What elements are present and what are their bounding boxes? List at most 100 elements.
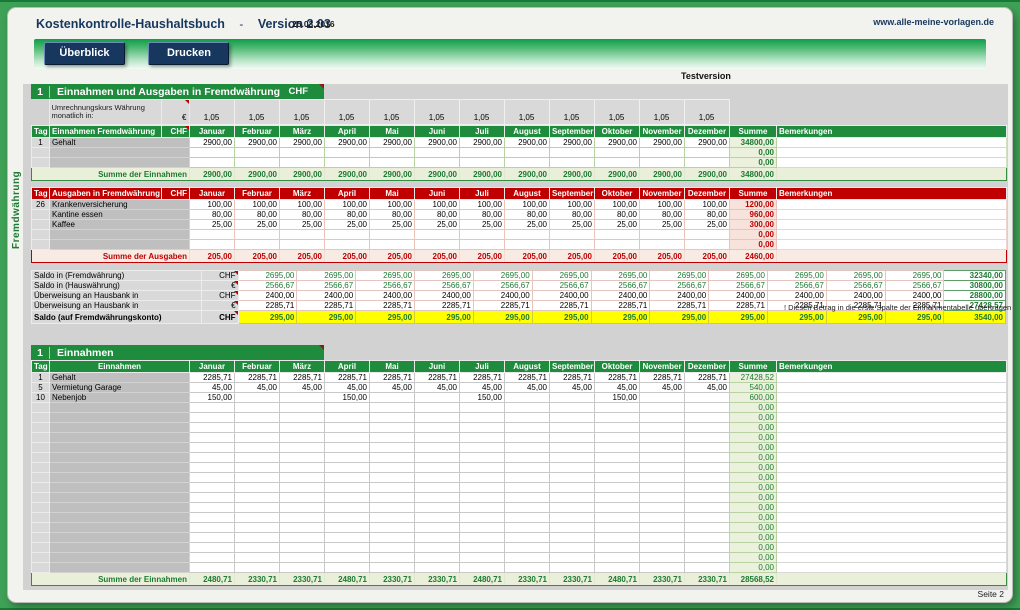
cell-value[interactable] (595, 463, 640, 473)
saldo-value[interactable]: 2400,00 (532, 291, 591, 301)
cell-bemerkung[interactable] (777, 533, 1007, 543)
cell-value[interactable] (370, 483, 415, 493)
cell-bemerkung[interactable] (777, 483, 1007, 493)
cell-value[interactable]: 80,00 (370, 210, 415, 220)
cell-bemerkung[interactable] (777, 230, 1007, 240)
cell-value[interactable] (640, 523, 685, 533)
cell-tag[interactable] (32, 513, 50, 523)
cell-tag[interactable] (32, 553, 50, 563)
cell-value[interactable] (685, 240, 730, 250)
cell-value[interactable]: 80,00 (235, 210, 280, 220)
cell-tag[interactable]: 26 (32, 200, 50, 210)
cell-value[interactable] (415, 453, 460, 463)
cell-value[interactable] (190, 473, 235, 483)
cell-value[interactable] (235, 543, 280, 553)
cell-value[interactable] (640, 148, 685, 158)
saldo-value[interactable]: 2285,71 (238, 301, 297, 311)
sheet-tab-label[interactable]: Fremdwährung (11, 150, 22, 270)
cell-value[interactable] (415, 473, 460, 483)
cell-value[interactable] (235, 393, 280, 403)
cell-value[interactable] (505, 158, 550, 168)
cell-value[interactable]: 2285,71 (235, 373, 280, 383)
cell-bemerkung[interactable] (777, 383, 1007, 393)
saldo-value[interactable]: 2566,67 (709, 281, 768, 291)
cell-value[interactable] (280, 403, 325, 413)
saldo-value[interactable]: 2695,00 (356, 271, 415, 281)
cell-value[interactable] (595, 230, 640, 240)
cell-value[interactable] (325, 443, 370, 453)
cell-value[interactable] (280, 148, 325, 158)
cell-bemerkung[interactable] (777, 148, 1007, 158)
cell-value[interactable]: 2285,71 (370, 373, 415, 383)
cell-value[interactable] (325, 553, 370, 563)
cell-name[interactable] (50, 563, 190, 573)
cell-value[interactable]: 80,00 (640, 210, 685, 220)
cell-value[interactable]: 2900,00 (415, 138, 460, 148)
cell-value[interactable] (190, 513, 235, 523)
cell-bemerkung[interactable] (777, 463, 1007, 473)
cell-value[interactable] (325, 423, 370, 433)
saldo-value[interactable]: 2566,67 (415, 281, 474, 291)
saldo-value[interactable]: 2566,67 (826, 281, 885, 291)
cell-tag[interactable] (32, 523, 50, 533)
rate-value[interactable]: 1,05 (594, 100, 639, 125)
cell-value[interactable] (550, 413, 595, 423)
cell-value[interactable] (460, 423, 505, 433)
cell-value[interactable]: 45,00 (280, 383, 325, 393)
cell-tag[interactable] (32, 220, 50, 230)
cell-value[interactable] (280, 158, 325, 168)
cell-value[interactable] (640, 403, 685, 413)
cell-tag[interactable] (32, 493, 50, 503)
vendor-url-link[interactable]: www.alle-meine-vorlagen.de (873, 17, 994, 27)
cell-value[interactable]: 25,00 (640, 220, 685, 230)
rate-value[interactable]: 1,05 (639, 100, 684, 125)
cell-value[interactable] (685, 543, 730, 553)
cell-value[interactable] (370, 393, 415, 403)
cell-value[interactable]: 100,00 (415, 200, 460, 210)
cell-value[interactable] (640, 533, 685, 543)
cell-value[interactable] (190, 423, 235, 433)
saldo-value[interactable]: 2400,00 (473, 291, 532, 301)
cell-value[interactable] (280, 513, 325, 523)
cell-value[interactable] (640, 158, 685, 168)
saldo-value[interactable]: 2400,00 (709, 291, 768, 301)
cell-value[interactable] (640, 543, 685, 553)
cell-value[interactable] (190, 503, 235, 513)
cell-value[interactable] (505, 553, 550, 563)
cell-value[interactable]: 2285,71 (280, 373, 325, 383)
saldo-value[interactable]: 2285,71 (650, 301, 709, 311)
cell-value[interactable] (325, 463, 370, 473)
cell-value[interactable] (505, 503, 550, 513)
cell-value[interactable] (640, 433, 685, 443)
saldo-value[interactable]: 2285,71 (356, 301, 415, 311)
saldo-value[interactable]: 295,00 (650, 311, 709, 324)
cell-value[interactable] (190, 533, 235, 543)
cell-name[interactable]: Nebenjob (50, 393, 190, 403)
cell-value[interactable]: 80,00 (280, 210, 325, 220)
cell-value[interactable] (325, 543, 370, 553)
cell-value[interactable] (235, 563, 280, 573)
cell-value[interactable] (325, 523, 370, 533)
cell-value[interactable] (190, 158, 235, 168)
cell-value[interactable] (325, 230, 370, 240)
cell-bemerkung[interactable] (777, 393, 1007, 403)
rate-value[interactable]: 1,05 (459, 100, 504, 125)
cell-value[interactable] (505, 148, 550, 158)
cell-value[interactable] (640, 493, 685, 503)
cell-value[interactable] (550, 148, 595, 158)
cell-value[interactable] (595, 483, 640, 493)
cell-value[interactable]: 100,00 (280, 200, 325, 210)
cell-value[interactable] (550, 433, 595, 443)
cell-value[interactable] (325, 148, 370, 158)
cell-value[interactable]: 2900,00 (595, 138, 640, 148)
overview-button[interactable]: Überblick (44, 42, 125, 65)
cell-value[interactable] (685, 473, 730, 483)
cell-value[interactable] (550, 493, 595, 503)
cell-value[interactable] (235, 413, 280, 423)
cell-value[interactable] (280, 453, 325, 463)
cell-value[interactable] (685, 403, 730, 413)
cell-value[interactable] (370, 240, 415, 250)
saldo-value[interactable]: 295,00 (415, 311, 474, 324)
cell-bemerkung[interactable] (777, 240, 1007, 250)
cell-value[interactable] (370, 443, 415, 453)
